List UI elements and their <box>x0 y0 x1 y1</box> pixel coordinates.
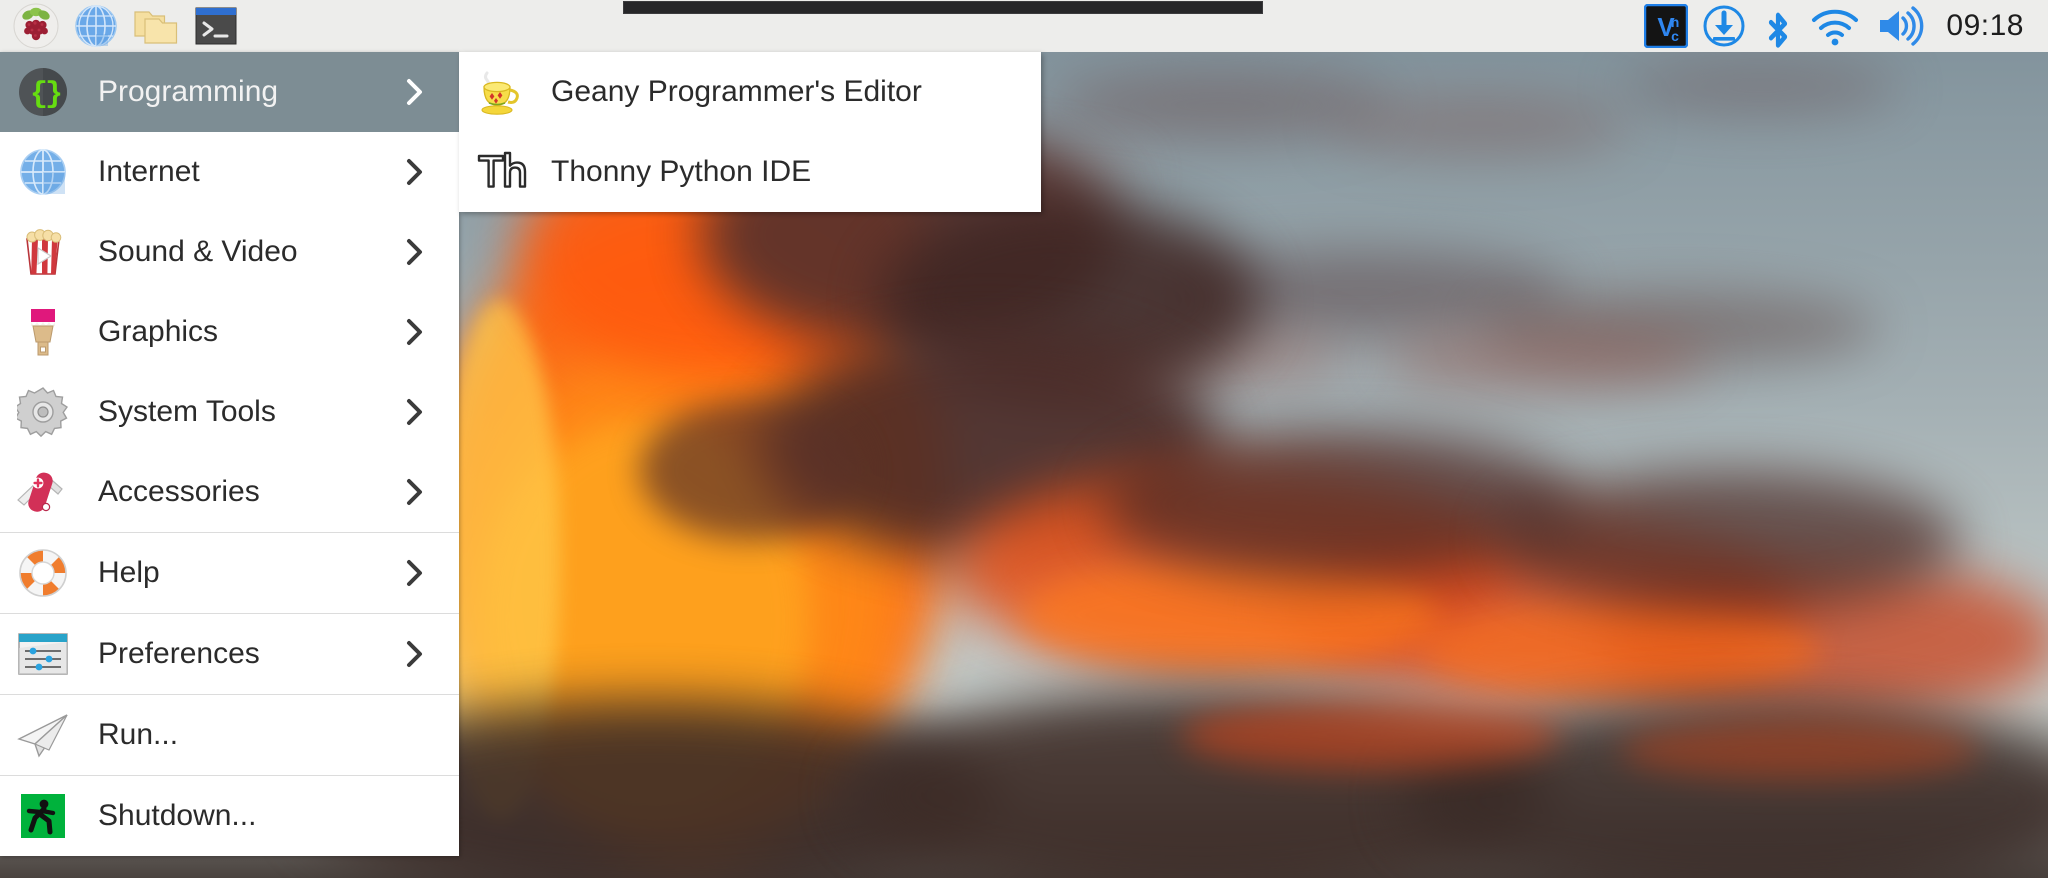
chevron-right-icon <box>405 558 425 588</box>
cloud-wisp <box>1330 95 1630 155</box>
menu-item-preferences[interactable]: Preferences <box>0 614 459 694</box>
geany-teacup-icon <box>471 63 529 121</box>
cloud-dark-shadow <box>1500 470 1960 610</box>
swiss-knife-icon <box>13 462 73 522</box>
chevron-right-icon <box>405 477 425 507</box>
cloud-horizon-fire <box>1180 700 1560 770</box>
submenu-item-geany[interactable]: Geany Programmer's Editor <box>459 52 1041 132</box>
menu-item-label: Preferences <box>98 637 260 670</box>
menu-item-label: Accessories <box>98 475 260 508</box>
raspberry-menu-icon[interactable] <box>10 1 62 51</box>
web-browser-icon[interactable] <box>70 1 122 51</box>
chevron-right-icon <box>405 317 425 347</box>
menu-item-accessories[interactable]: Accessories <box>0 452 459 532</box>
menu-item-programming[interactable]: { } Programming <box>0 52 459 132</box>
vnc-server-icon[interactable]: V n c <box>1644 1 1689 51</box>
submenu-item-thonny[interactable]: Thonny Python IDE <box>459 132 1041 212</box>
menu-item-label: System Tools <box>98 395 276 428</box>
globe-icon <box>13 142 73 202</box>
menu-item-shutdown[interactable]: Shutdown... <box>0 776 459 856</box>
menu-item-label: Internet <box>98 155 200 188</box>
programming-braces-icon: { } <box>13 62 73 122</box>
cloud-wisp <box>1380 330 1710 390</box>
terminal-icon[interactable] <box>190 1 242 51</box>
lifebuoy-icon <box>13 543 73 603</box>
menu-item-sound-video[interactable]: Sound & Video <box>0 212 459 292</box>
menu-item-help[interactable]: Help <box>0 533 459 613</box>
sliders-window-icon <box>13 624 73 684</box>
bluetooth-icon[interactable] <box>1760 1 1796 51</box>
submenu-item-label: Geany Programmer's Editor <box>551 75 922 108</box>
menu-item-graphics[interactable]: Graphics <box>0 292 459 372</box>
svg-text:}: } <box>45 78 63 112</box>
chevron-right-icon <box>405 237 425 267</box>
popcorn-icon <box>13 222 73 282</box>
paintbrush-icon <box>13 302 73 362</box>
menu-item-label: Programming <box>98 75 279 108</box>
volume-icon[interactable] <box>1874 1 1926 51</box>
menu-item-internet[interactable]: Internet <box>0 132 459 212</box>
taskbar: V n c 09:18 <box>0 0 2048 52</box>
cloud-fire-band <box>1420 600 1820 700</box>
menu-item-run[interactable]: Run... <box>0 695 459 775</box>
programming-submenu: Geany Programmer's Editor Thonny Python … <box>459 52 1041 212</box>
software-update-icon[interactable] <box>1702 1 1746 51</box>
menu-item-label: Help <box>98 556 160 589</box>
menu-item-label: Graphics <box>98 315 219 348</box>
exit-running-person-icon <box>13 786 73 846</box>
chevron-right-icon <box>405 397 425 427</box>
gear-icon <box>13 382 73 442</box>
cloud-dark-shadow <box>640 400 860 540</box>
cloud-wisp <box>1620 60 1900 115</box>
chevron-right-icon <box>405 639 425 669</box>
menu-item-system-tools[interactable]: System Tools <box>0 372 459 452</box>
file-manager-icon[interactable] <box>130 1 182 51</box>
chevron-right-icon <box>405 77 425 107</box>
menu-item-label: Shutdown... <box>98 799 257 832</box>
application-menu: { } Programming Internet Sound & Video G… <box>0 52 459 856</box>
clock[interactable]: 09:18 <box>1940 9 2026 43</box>
window-button[interactable] <box>623 1 1264 14</box>
paper-plane-icon <box>13 705 73 765</box>
cloud-horizon-fire <box>1620 720 1980 780</box>
taskbar-launcher-group <box>0 1 242 51</box>
menu-item-label: Run... <box>98 718 179 751</box>
chevron-right-icon <box>405 157 425 187</box>
wifi-icon[interactable] <box>1810 1 1860 51</box>
menu-item-label: Sound & Video <box>98 235 298 268</box>
thonny-th-icon <box>471 143 529 201</box>
submenu-item-label: Thonny Python IDE <box>551 155 812 188</box>
system-tray: V n c 09:18 <box>1644 1 2048 51</box>
svg-text:c: c <box>1672 28 1680 44</box>
